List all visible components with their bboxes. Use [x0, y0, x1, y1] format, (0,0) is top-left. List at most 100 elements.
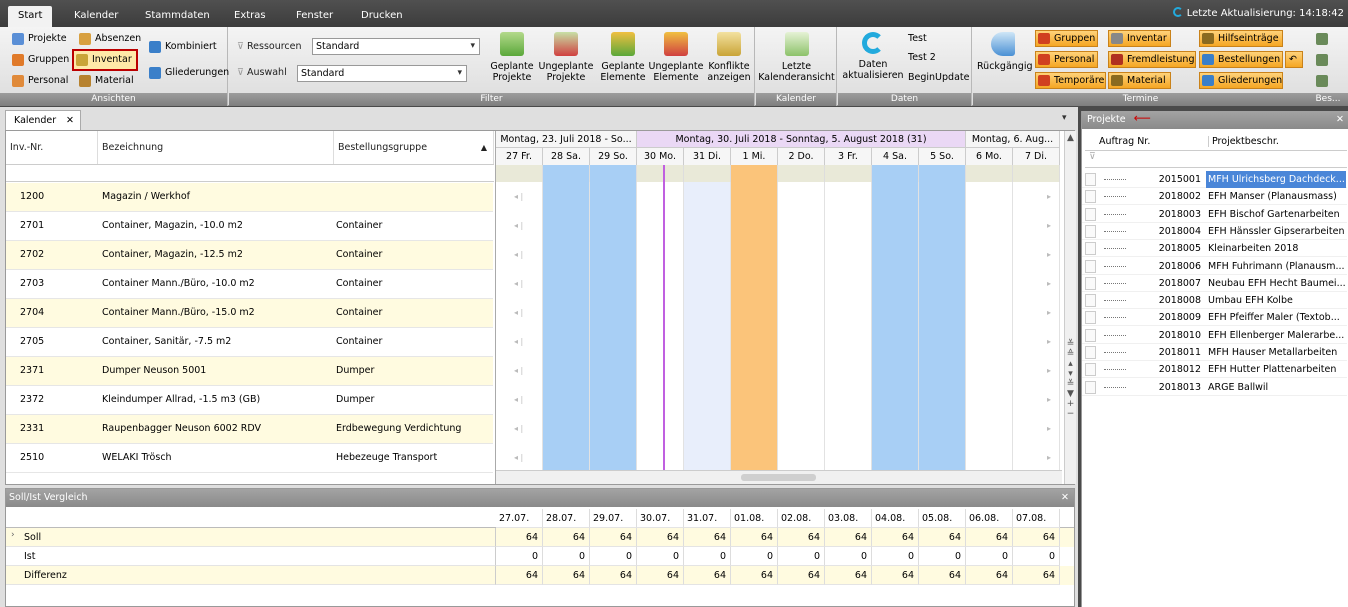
- list-item[interactable]: 2018011 MFH Hauser Metallarbeiten: [1082, 344, 1347, 361]
- scroll-left-icon[interactable]: ◂ |: [514, 395, 523, 404]
- day-header[interactable]: 27 Fr.: [496, 148, 543, 165]
- test2-button[interactable]: Test 2: [890, 49, 936, 67]
- termine-personal-button[interactable]: Personal: [1035, 51, 1098, 68]
- scroll-right-icon[interactable]: ▸: [1047, 337, 1051, 346]
- day-column[interactable]: [966, 182, 1013, 470]
- fremdleistung-button[interactable]: Fremdleistung: [1108, 51, 1196, 68]
- table-row[interactable]: 2704 Container Mann./Büro, -15.0 m2 Contai…: [6, 299, 493, 328]
- day-header[interactable]: 1 Mi.: [731, 148, 778, 165]
- scroll-right-icon[interactable]: ▸: [1047, 308, 1051, 317]
- day-header[interactable]: 28 Sa.: [543, 148, 590, 165]
- day-column[interactable]: [637, 182, 684, 470]
- list-item[interactable]: 2018006 MFH Fuhrimann (Planausm...: [1082, 258, 1347, 275]
- tab-stammdaten[interactable]: Stammdaten: [135, 6, 220, 27]
- column-header-bezeichnung[interactable]: Bezeichnung: [98, 131, 334, 164]
- day-header[interactable]: 2 Do.: [778, 148, 825, 165]
- extra-icon-button-3[interactable]: [1314, 72, 1328, 90]
- list-item[interactable]: 2018004 EFH Hänssler Gipserarbeiten: [1082, 223, 1347, 240]
- scroll-left-icon[interactable]: ◂ |: [514, 453, 523, 462]
- geplante-elemente-button[interactable]: Geplante Elemente: [599, 30, 647, 83]
- letzte-kalenderansicht-button[interactable]: Letzte Kalenderansicht: [758, 30, 835, 83]
- gruppen-view-button[interactable]: Gruppen: [10, 51, 69, 69]
- day-column[interactable]: [919, 182, 966, 470]
- day-header[interactable]: 5 So.: [919, 148, 966, 165]
- day-header[interactable]: 4 Sa.: [872, 148, 919, 165]
- column-header-bestellungsgruppe[interactable]: Bestellungsgruppe ▲: [334, 131, 494, 164]
- scroll-right-icon[interactable]: ▸: [1047, 221, 1051, 230]
- list-item[interactable]: 2018008 Umbau EFH Kolbe: [1082, 292, 1347, 310]
- scroll-right-icon[interactable]: ▸: [1047, 424, 1051, 433]
- termine-material-button[interactable]: Material: [1108, 72, 1171, 89]
- close-icon[interactable]: ✕: [1061, 489, 1069, 507]
- gliederungen-view-button[interactable]: Gliederungen: [147, 64, 229, 82]
- list-item[interactable]: 2018007 Neubau EFH Hecht Baumei...: [1082, 275, 1347, 292]
- scroll-left-icon[interactable]: ◂ |: [514, 366, 523, 375]
- column-header-projektbeschr[interactable]: Projektbeschr.: [1208, 136, 1279, 147]
- table-row[interactable]: 2702 Container, Magazin, -12.5 m2 Containe…: [6, 241, 493, 270]
- scroll-right-icon[interactable]: ▸: [1047, 366, 1051, 375]
- table-row[interactable]: 2701 Container, Magazin, -10.0 m2 Containe…: [6, 212, 493, 241]
- ungeplante-projekte-button[interactable]: Ungeplante Projekte: [537, 30, 595, 83]
- extra-icon-button-1[interactable]: [1314, 30, 1328, 48]
- konflikte-anzeigen-button[interactable]: Konflikte anzeigen: [707, 30, 751, 83]
- tab-start[interactable]: Start: [8, 6, 53, 27]
- scroll-right-icon[interactable]: ▸: [1047, 250, 1051, 259]
- table-row[interactable]: 2510 WELAKI Trösch Hebezeuge Transport: [6, 444, 493, 473]
- tab-kalender-document[interactable]: Kalender ✕: [5, 110, 81, 130]
- day-column[interactable]: [825, 182, 872, 470]
- inventar-view-button[interactable]: Inventar: [72, 49, 138, 71]
- scroll-right-icon[interactable]: ▸: [1047, 453, 1051, 462]
- hilfseintraege-button[interactable]: Hilfseinträge: [1199, 30, 1283, 47]
- list-item[interactable]: 2018005 Kleinarbeiten 2018: [1082, 240, 1347, 258]
- material-view-button[interactable]: Material: [77, 72, 134, 90]
- day-header[interactable]: 7 Di.: [1013, 148, 1060, 165]
- close-icon[interactable]: ✕: [66, 111, 74, 130]
- scroll-right-icon[interactable]: ▸: [1047, 395, 1051, 404]
- horizontal-scrollbar[interactable]: [496, 470, 1062, 484]
- projekte-view-button[interactable]: Projekte: [10, 30, 67, 48]
- termine-gruppen-button[interactable]: Gruppen: [1035, 30, 1098, 47]
- scrollbar-thumb[interactable]: [741, 474, 816, 481]
- table-row[interactable]: 1200 Magazin / Werkhof: [6, 183, 493, 212]
- close-icon[interactable]: ✕: [1336, 111, 1344, 129]
- scroll-left-icon[interactable]: ◂ |: [514, 221, 523, 230]
- tab-kalender[interactable]: Kalender: [64, 6, 128, 27]
- day-column[interactable]: [684, 182, 731, 470]
- table-row[interactable]: 2331 Raupenbagger Neuson 6002 RDV Erdbeweg…: [6, 415, 493, 444]
- extra-icon-button-2[interactable]: [1314, 51, 1328, 69]
- day-header[interactable]: 6 Mo.: [966, 148, 1013, 165]
- vertical-scrollbar[interactable]: ▲ ≚ ≙ ▴ ▾ ≚ ▼ + −: [1064, 131, 1076, 484]
- table-row[interactable]: 2371 Dumper Neuson 5001 Dumper: [6, 357, 493, 386]
- tab-drucken[interactable]: Drucken: [351, 6, 413, 27]
- scroll-left-icon[interactable]: ◂ |: [514, 424, 523, 433]
- day-header[interactable]: 31 Di.: [684, 148, 731, 165]
- list-item[interactable]: 2018013 ARGE Ballwil: [1082, 379, 1347, 396]
- list-item[interactable]: 2018002 EFH Manser (Planausmass): [1082, 188, 1347, 206]
- scroll-right-icon[interactable]: ▸: [1047, 279, 1051, 288]
- undo-small-button[interactable]: ↶: [1285, 51, 1303, 68]
- table-row[interactable]: 2705 Container, Sanitär, -7.5 m2 Container: [6, 328, 493, 357]
- day-header[interactable]: 30 Mo.: [637, 148, 684, 165]
- rueckgaengig-button[interactable]: Rückgängig: [977, 30, 1033, 72]
- day-column[interactable]: [590, 182, 637, 470]
- scroll-left-icon[interactable]: ◂ |: [514, 250, 523, 259]
- column-header-invnr[interactable]: Inv.-Nr.: [6, 131, 98, 164]
- column-header-auftragnr[interactable]: Auftrag Nr.: [1099, 136, 1150, 147]
- geplante-projekte-button[interactable]: Geplante Projekte: [487, 30, 537, 83]
- tab-extras[interactable]: Extras: [224, 6, 276, 27]
- dropdown-icon[interactable]: ▾: [1062, 113, 1067, 123]
- scroll-left-icon[interactable]: ◂ |: [514, 308, 523, 317]
- temporaere-button[interactable]: Temporäre: [1035, 72, 1106, 89]
- projekte-filter-row[interactable]: ⊽: [1085, 152, 1347, 168]
- tab-fenster[interactable]: Fenster: [286, 6, 343, 27]
- kombiniert-view-button[interactable]: Kombiniert: [147, 38, 217, 56]
- day-header[interactable]: 3 Fr.: [825, 148, 872, 165]
- termine-inventar-button[interactable]: Inventar: [1108, 30, 1171, 47]
- ungeplante-elemente-button[interactable]: Ungeplante Elemente: [647, 30, 705, 83]
- scroll-left-icon[interactable]: ◂ |: [514, 192, 523, 201]
- list-item[interactable]: 2018010 EFH Ellenberger Malerarbe...: [1082, 327, 1347, 344]
- day-column[interactable]: [778, 182, 825, 470]
- list-item[interactable]: 2018009 EFH Pfeiffer Maler (Textob...: [1082, 309, 1347, 327]
- day-header[interactable]: 29 So.: [590, 148, 637, 165]
- auswahl-select[interactable]: Standard: [297, 65, 467, 82]
